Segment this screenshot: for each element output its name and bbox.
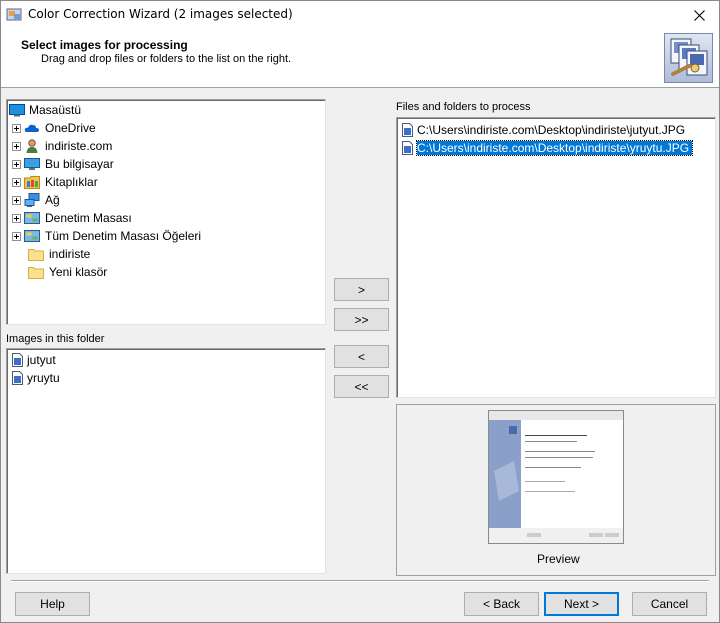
folder-icon — [28, 249, 44, 261]
expand-icon[interactable] — [12, 177, 21, 187]
tree-item-label: Bu bilgisayar — [45, 157, 114, 171]
list-item[interactable]: C:\Users\indiriste.com\Desktop\indiriste… — [402, 121, 685, 139]
tree-item-folder-new[interactable]: Yeni klasör — [28, 263, 107, 281]
page-subtitle: Drag and drop files or folders to the li… — [41, 53, 292, 65]
remove-all-button[interactable]: << — [334, 375, 389, 398]
expand-icon[interactable] — [12, 123, 21, 133]
window-title: Color Correction Wizard (2 images select… — [28, 7, 293, 21]
back-button[interactable]: < Back — [464, 592, 539, 616]
list-item[interactable]: jutyut — [12, 351, 56, 369]
folder-icon — [28, 267, 44, 279]
cloud-icon — [24, 124, 39, 132]
files-panel-label: Files and folders to process — [396, 101, 531, 113]
expand-icon[interactable] — [12, 141, 21, 151]
cancel-button[interactable]: Cancel — [632, 592, 707, 616]
file-path: C:\Users\indiriste.com\Desktop\indiriste… — [417, 123, 686, 137]
expand-icon[interactable] — [12, 231, 21, 241]
tree-item-onedrive[interactable]: OneDrive — [12, 119, 96, 137]
images-list[interactable]: jutyut yruytu — [6, 348, 326, 574]
tree-item-network[interactable]: Ağ — [12, 191, 60, 209]
app-icon — [6, 8, 22, 21]
tree-item-label: indiriste — [49, 247, 91, 261]
add-all-button[interactable]: >> — [334, 308, 389, 331]
tree-item-control-panel[interactable]: Denetim Masası — [12, 209, 132, 227]
expand-icon[interactable] — [12, 159, 21, 169]
tree-item-label: Masaüstü — [29, 103, 82, 117]
preview-thumbnail — [488, 410, 624, 544]
list-item-selected[interactable]: C:\Users\indiriste.com\Desktop\indiriste… — [402, 139, 694, 157]
remove-button[interactable]: < — [334, 345, 389, 368]
close-button[interactable] — [679, 1, 719, 29]
image-file-icon — [12, 371, 23, 385]
tree-item-all-control-panel[interactable]: Tüm Denetim Masası Öğeleri — [12, 227, 201, 245]
network-icon — [24, 193, 40, 207]
list-item[interactable]: yruytu — [12, 369, 60, 387]
computer-icon — [24, 158, 40, 170]
control-panel-icon — [24, 230, 40, 242]
tree-item-label: indiriste.com — [45, 139, 113, 153]
tree-item-label: Kitaplıklar — [45, 175, 98, 189]
tree-item-this-pc[interactable]: Bu bilgisayar — [12, 155, 114, 173]
wizard-window: Color Correction Wizard (2 images select… — [0, 0, 720, 623]
image-name: yruytu — [27, 371, 60, 385]
footer-separator — [11, 580, 709, 582]
files-list[interactable]: C:\Users\indiriste.com\Desktop\indiriste… — [396, 117, 716, 398]
tree-item-label: OneDrive — [45, 121, 96, 135]
preview-label: Preview — [537, 552, 580, 566]
help-button[interactable]: Help — [15, 592, 90, 616]
tree-item-label: Denetim Masası — [45, 211, 132, 225]
user-icon — [26, 139, 38, 153]
desktop-icon — [9, 104, 25, 117]
expand-icon[interactable] — [12, 195, 21, 205]
page-title: Select images for processing — [21, 38, 188, 52]
tree-item-libraries[interactable]: Kitaplıklar — [12, 173, 98, 191]
next-button[interactable]: Next > — [544, 592, 619, 616]
control-panel-icon — [24, 212, 40, 224]
expand-icon[interactable] — [12, 213, 21, 223]
image-file-icon — [12, 353, 23, 367]
wizard-images-icon — [664, 33, 713, 83]
image-file-icon — [402, 123, 413, 137]
tree-item-user[interactable]: indiriste.com — [12, 137, 112, 155]
library-icon — [24, 176, 40, 189]
tree-item-label: Tüm Denetim Masası Öğeleri — [45, 229, 202, 243]
file-path: C:\Users\indiriste.com\Desktop\indiriste… — [415, 140, 694, 156]
title-bar[interactable]: Color Correction Wizard (2 images select… — [1, 1, 719, 29]
tree-item-folder-indiriste[interactable]: indiriste — [28, 245, 90, 263]
tree-item-label: Yeni klasör — [49, 265, 108, 279]
close-icon — [693, 9, 705, 21]
add-button[interactable]: > — [334, 278, 389, 301]
image-name: jutyut — [27, 353, 56, 367]
folder-tree[interactable]: Masaüstü OneDrive indiriste.com Bu bilgi… — [6, 99, 326, 325]
image-file-icon — [402, 141, 413, 155]
tree-item-desktop[interactable]: Masaüstü — [9, 101, 81, 119]
wizard-header: Select images for processing Drag and dr… — [1, 29, 719, 88]
images-panel-label: Images in this folder — [6, 333, 105, 345]
tree-item-label: Ağ — [45, 193, 60, 207]
